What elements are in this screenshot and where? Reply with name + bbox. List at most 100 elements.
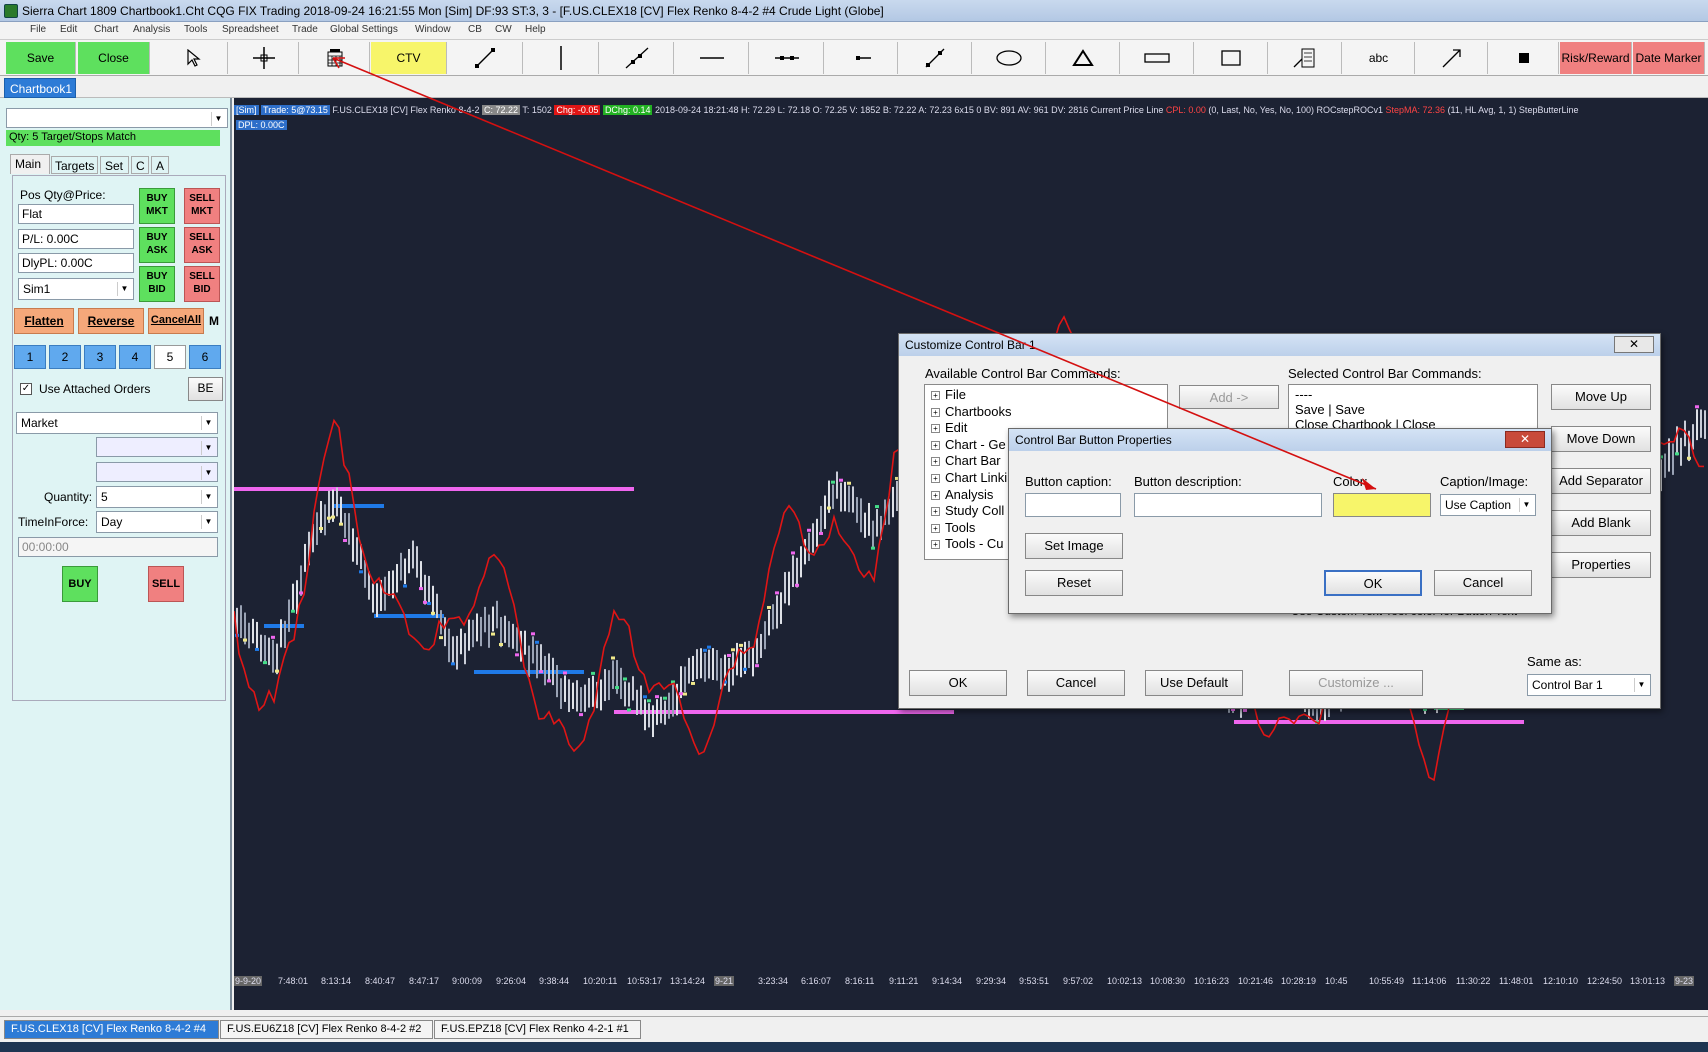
date-marker-button[interactable]: Date Marker [1633, 42, 1705, 74]
move-up-button[interactable]: Move Up [1551, 384, 1651, 410]
tree-item[interactable]: + File [931, 387, 966, 402]
symbol-select[interactable]: ▼ [6, 108, 228, 128]
close-dialog-button[interactable]: ✕ [1614, 336, 1654, 353]
expand-icon[interactable]: + [931, 540, 940, 550]
tree-item[interactable]: + Study Coll [931, 503, 1004, 518]
customize-button[interactable]: Customize ... [1289, 670, 1423, 696]
menu-file[interactable]: File [30, 24, 46, 35]
calendar-tool-button[interactable] [300, 42, 370, 74]
menu-cb[interactable]: CB [468, 24, 482, 35]
tab-a[interactable]: A [151, 156, 169, 174]
selected-item[interactable]: Save | Save [1295, 402, 1365, 417]
save-button[interactable]: Save [6, 42, 76, 74]
menu-chart[interactable]: Chart [94, 24, 118, 35]
chart-tab-1[interactable]: F.US.CLEX18 [CV] Flex Renko 8-4-2 #4 [4, 1020, 219, 1039]
cancel-all-button[interactable]: CancelAll [148, 308, 204, 334]
ok-button[interactable]: OK [1324, 570, 1422, 596]
pointer-tool-button[interactable] [158, 42, 228, 74]
add-button[interactable]: Add -> [1179, 385, 1279, 409]
tree-item[interactable]: + Chartbooks [931, 404, 1011, 419]
sell-ask-button[interactable]: SELL ASK [184, 227, 220, 263]
flatten-button[interactable]: Flatten [14, 308, 74, 334]
tree-item[interactable]: + Chart - Ge [931, 437, 1006, 452]
tree-item[interactable]: + Chart Bar [931, 453, 1001, 468]
use-attached-checkbox[interactable]: ✓ [20, 383, 32, 395]
preset-3-button[interactable]: 3 [84, 345, 116, 369]
chart-tab-2[interactable]: F.US.EU6Z18 [CV] Flex Renko 8-4-2 #2 [220, 1020, 433, 1039]
menu-cw[interactable]: CW [495, 24, 512, 35]
tab-c[interactable]: C [131, 156, 149, 174]
tab-set[interactable]: Set [100, 156, 129, 174]
caption-image-select[interactable]: Use Caption ▼ [1440, 494, 1536, 516]
tab-main[interactable]: Main [10, 154, 50, 174]
tif-select[interactable]: Day ▼ [96, 511, 218, 533]
preset-5-button[interactable]: 5 [154, 345, 186, 369]
ray-tool-button[interactable] [600, 42, 674, 74]
expand-icon[interactable]: + [931, 490, 940, 500]
selected-item[interactable]: ---- [1295, 387, 1312, 402]
line-tool-button[interactable] [448, 42, 523, 74]
arrow-tool-button[interactable] [1416, 42, 1488, 74]
expand-icon[interactable]: + [931, 407, 940, 417]
caption-input[interactable] [1025, 493, 1121, 517]
chartbook-tab[interactable]: Chartbook1 [4, 78, 76, 98]
sell-mkt-button[interactable]: SELL MKT [184, 188, 220, 224]
price-2-select[interactable]: ▼ [96, 462, 218, 482]
add-separator-button[interactable]: Add Separator [1551, 468, 1651, 494]
menu-trade[interactable]: Trade [292, 24, 318, 35]
horizontal-line-tool-button[interactable] [675, 42, 749, 74]
account-select[interactable]: Sim1 ▼ [18, 278, 134, 300]
menu-edit[interactable]: Edit [60, 24, 77, 35]
color-swatch[interactable] [1333, 493, 1431, 517]
close-dialog-button[interactable]: ✕ [1505, 431, 1545, 448]
sell-bid-button[interactable]: SELL BID [184, 266, 220, 302]
menu-help[interactable]: Help [525, 24, 546, 35]
dialog-ok-button[interactable]: OK [909, 670, 1007, 696]
expand-icon[interactable]: + [931, 457, 940, 467]
tree-item[interactable]: + Tools [931, 520, 975, 535]
tree-item[interactable]: + Edit [931, 420, 967, 435]
reverse-button[interactable]: Reverse [78, 308, 144, 334]
m-button[interactable]: M [206, 310, 222, 332]
expand-icon[interactable]: + [931, 440, 940, 450]
preset-4-button[interactable]: 4 [119, 345, 151, 369]
same-as-select[interactable]: Control Bar 1 ▼ [1527, 674, 1651, 696]
angled-line-tool-button[interactable] [899, 42, 972, 74]
reset-button[interactable]: Reset [1025, 570, 1123, 596]
expand-icon[interactable]: + [931, 391, 940, 401]
expand-icon[interactable]: + [931, 474, 940, 484]
set-image-button[interactable]: Set Image [1025, 533, 1123, 559]
buy-button[interactable]: BUY [62, 566, 98, 602]
expand-icon[interactable]: + [931, 507, 940, 517]
add-blank-button[interactable]: Add Blank [1551, 510, 1651, 536]
menu-tools[interactable]: Tools [184, 24, 207, 35]
chart-tab-3[interactable]: F.US.EPZ18 [CV] Flex Renko 4-2-1 #1 [434, 1020, 641, 1039]
properties-button[interactable]: Properties [1551, 552, 1651, 578]
marker-tool-button[interactable] [1489, 42, 1559, 74]
quantity-select[interactable]: 5 ▼ [96, 486, 218, 508]
tree-item[interactable]: + Chart Linki [931, 470, 1007, 485]
expand-icon[interactable]: + [931, 523, 940, 533]
tree-item[interactable]: + Tools - Cu [931, 536, 1004, 551]
expand-icon[interactable]: + [931, 424, 940, 434]
buy-mkt-button[interactable]: BUY MKT [139, 188, 175, 224]
calculator-tool-button[interactable] [1269, 42, 1342, 74]
tab-targets[interactable]: Targets [51, 156, 98, 174]
text-tool-button[interactable]: abc [1343, 42, 1415, 74]
buy-bid-button[interactable]: BUY BID [139, 266, 175, 302]
vertical-line-tool-button[interactable] [524, 42, 599, 74]
menu-spreadsheet[interactable]: Spreadsheet [222, 24, 279, 35]
time-field[interactable]: 00:00:00 [18, 537, 218, 557]
menu-global-settings[interactable]: Global Settings [330, 24, 398, 35]
buy-ask-button[interactable]: BUY ASK [139, 227, 175, 263]
horizontal-ray-tool-button[interactable] [750, 42, 824, 74]
preset-1-button[interactable]: 1 [14, 345, 46, 369]
menu-window[interactable]: Window [415, 24, 451, 35]
price-1-select[interactable]: ▼ [96, 437, 218, 457]
sell-button[interactable]: SELL [148, 566, 184, 602]
rectangle-outline-tool-button[interactable] [1121, 42, 1194, 74]
preset-2-button[interactable]: 2 [49, 345, 81, 369]
preset-6-button[interactable]: 6 [189, 345, 221, 369]
crosshair-tool-button[interactable] [229, 42, 299, 74]
order-type-select[interactable]: Market ▼ [16, 412, 218, 434]
